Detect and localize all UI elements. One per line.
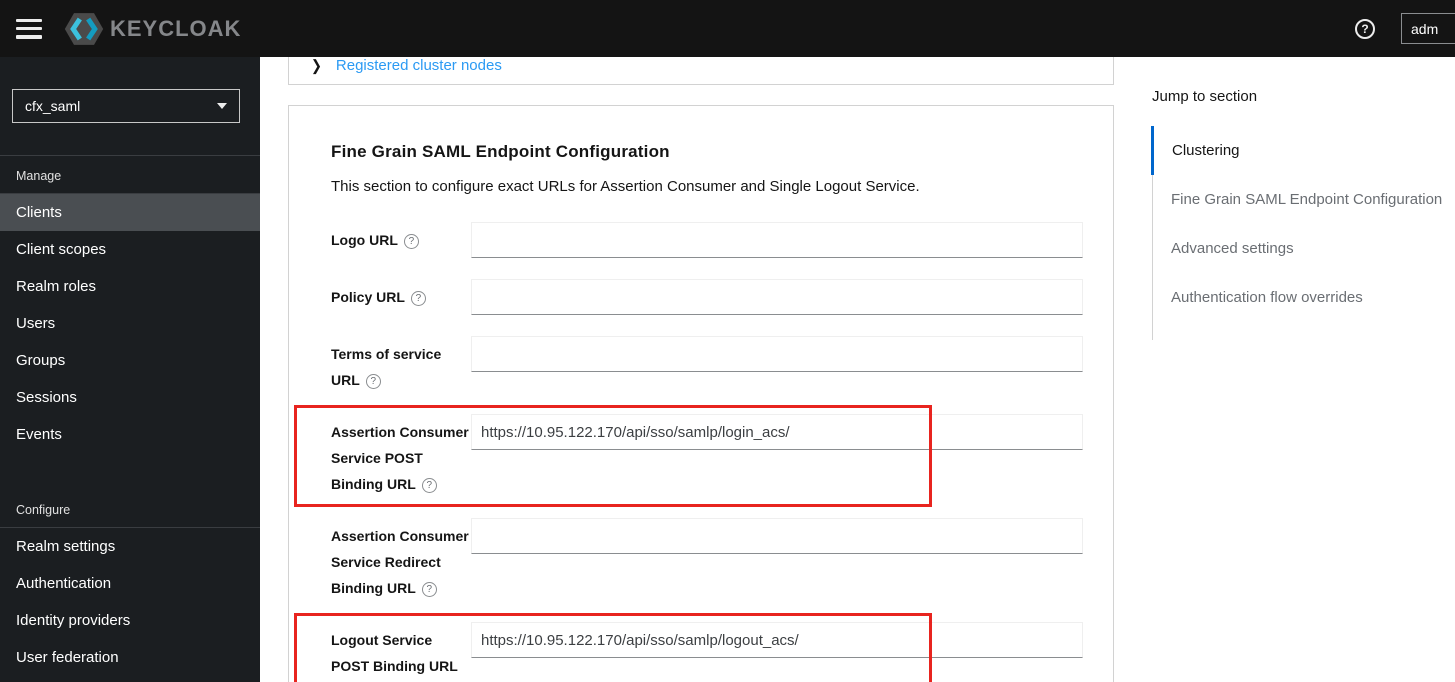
jump-to-section-panel: Jump to section Clustering Fine Grain SA…: [1151, 88, 1455, 340]
jump-item-advanced-settings[interactable]: Advanced settings: [1153, 224, 1455, 273]
fine-grain-saml-card: Fine Grain SAML Endpoint Configuration T…: [288, 105, 1114, 682]
acs-post-binding-url-input[interactable]: [471, 414, 1083, 450]
field-label: Assertion Consumer Service POST Binding …: [331, 424, 469, 493]
field-label: Policy URL?: [331, 279, 471, 315]
sidebar-item-groups[interactable]: Groups: [0, 342, 260, 379]
sidebar-nav: cfx_saml Manage Clients Client scopes Re…: [0, 57, 260, 682]
sidebar-divider: [0, 155, 260, 156]
field-row-terms-of-service-url: Terms of service URL?: [331, 336, 1083, 393]
help-icon[interactable]: ?: [410, 291, 426, 306]
username-label: adm: [1411, 20, 1439, 37]
keycloak-logo-icon: [64, 12, 104, 46]
sidebar-section-configure: Configure: [0, 499, 260, 528]
field-label: Logo URL?: [331, 222, 471, 258]
hamburger-menu-icon[interactable]: [16, 18, 42, 39]
jump-item-authentication-flow-overrides[interactable]: Authentication flow overrides: [1153, 273, 1455, 322]
keycloak-logo[interactable]: KEYCLOAK: [64, 12, 241, 46]
sidebar-item-client-scopes[interactable]: Client scopes: [0, 231, 260, 268]
acs-redirect-binding-url-input[interactable]: [471, 518, 1083, 554]
field-row-policy-url: Policy URL?: [331, 279, 1083, 315]
sidebar-item-sessions[interactable]: Sessions: [0, 379, 260, 416]
field-label: Assertion Consumer Service Redirect Bind…: [331, 528, 469, 597]
saml-endpoint-form: Logo URL? Policy URL? Terms of service U…: [294, 222, 1083, 682]
section-description: This section to configure exact URLs for…: [331, 178, 920, 195]
realm-selector-dropdown[interactable]: cfx_saml: [12, 89, 240, 123]
help-icon[interactable]: ?: [421, 478, 437, 493]
field-row-logout-service-post-binding-url: Logout Service POST Binding URL?: [294, 613, 1083, 682]
sidebar-item-identity-providers[interactable]: Identity providers: [0, 602, 260, 639]
chevron-down-icon: [217, 103, 227, 109]
policy-url-input[interactable]: [471, 279, 1083, 315]
keycloak-admin-console: KEYCLOAK ? adm cfx_saml Manage Clients C…: [0, 0, 1455, 682]
help-icon[interactable]: ?: [365, 374, 381, 389]
help-icon[interactable]: ?: [421, 582, 437, 597]
jump-item-clustering[interactable]: Clustering: [1151, 126, 1455, 175]
jump-list: Clustering Fine Grain SAML Endpoint Conf…: [1151, 126, 1455, 340]
sidebar-item-realm-roles[interactable]: Realm roles: [0, 268, 260, 305]
sidebar-item-authentication[interactable]: Authentication: [0, 565, 260, 602]
field-row-acs-post-binding-url: Assertion Consumer Service POST Binding …: [294, 405, 1083, 507]
field-row-acs-redirect-binding-url: Assertion Consumer Service Redirect Bind…: [331, 518, 1083, 601]
registered-cluster-nodes-link[interactable]: Registered cluster nodes: [336, 57, 502, 74]
sidebar-item-realm-settings[interactable]: Realm settings: [0, 528, 260, 565]
main-content: ❯ Registered cluster nodes Fine Grain SA…: [260, 45, 1455, 682]
terms-of-service-url-input[interactable]: [471, 336, 1083, 372]
logo-url-input[interactable]: [471, 222, 1083, 258]
sidebar-item-users[interactable]: Users: [0, 305, 260, 342]
sidebar-item-events[interactable]: Events: [0, 416, 260, 453]
field-row-logo-url: Logo URL?: [331, 222, 1083, 258]
top-header-bar: KEYCLOAK ? adm: [0, 0, 1455, 57]
expand-chevron-icon[interactable]: ❯: [311, 56, 322, 74]
help-icon[interactable]: ?: [403, 234, 419, 249]
help-icon[interactable]: ?: [1355, 18, 1375, 39]
field-label: Terms of service URL?: [331, 346, 442, 389]
jump-panel-title: Jump to section: [1152, 88, 1258, 105]
keycloak-logo-text: KEYCLOAK: [110, 15, 242, 41]
section-title: Fine Grain SAML Endpoint Configuration: [331, 142, 670, 161]
jump-item-fine-grain-saml[interactable]: Fine Grain SAML Endpoint Configuration: [1153, 175, 1455, 224]
field-label: Logout Service POST Binding URL?: [331, 632, 458, 674]
logout-service-post-binding-url-input[interactable]: [471, 622, 1083, 658]
user-menu-button[interactable]: adm: [1401, 13, 1455, 44]
sidebar-section-manage: Manage: [0, 165, 260, 194]
sidebar-item-clients[interactable]: Clients: [0, 194, 260, 231]
sidebar-item-user-federation[interactable]: User federation: [0, 639, 260, 676]
realm-selector-value: cfx_saml: [25, 98, 81, 114]
